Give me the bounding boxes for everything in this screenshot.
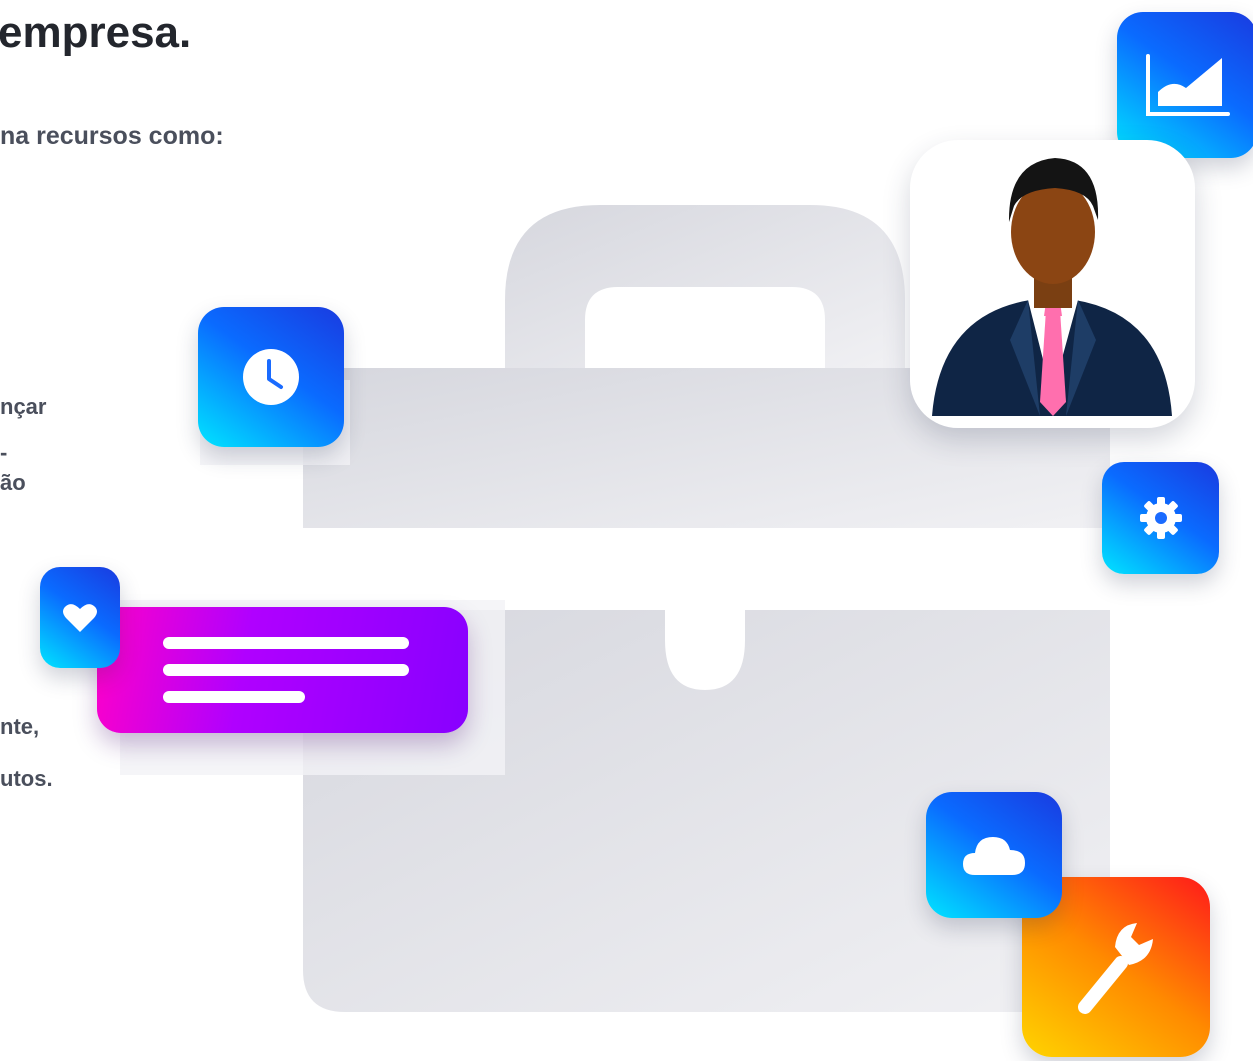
heart-icon xyxy=(63,603,97,632)
cloud-icon xyxy=(963,837,1025,875)
businessman-avatar-card[interactable] xyxy=(910,140,1195,428)
clock-icon xyxy=(243,349,299,405)
message-line-3 xyxy=(163,691,305,703)
businessman-avatar xyxy=(932,158,1172,416)
chart-growth-tile[interactable] xyxy=(1117,12,1253,158)
chart-growth-icon xyxy=(1146,54,1230,116)
wrench-icon xyxy=(1078,923,1153,1014)
clock-tile[interactable] xyxy=(198,307,344,447)
heart-tile[interactable] xyxy=(40,567,120,668)
message-line-2 xyxy=(163,664,409,676)
gear-tile[interactable] xyxy=(1102,462,1219,574)
gear-icon xyxy=(1139,497,1182,539)
message-line-1 xyxy=(163,637,409,649)
cloud-tile[interactable] xyxy=(926,792,1062,918)
briefcase-handle xyxy=(505,205,905,370)
message-bubble[interactable] xyxy=(97,607,468,733)
